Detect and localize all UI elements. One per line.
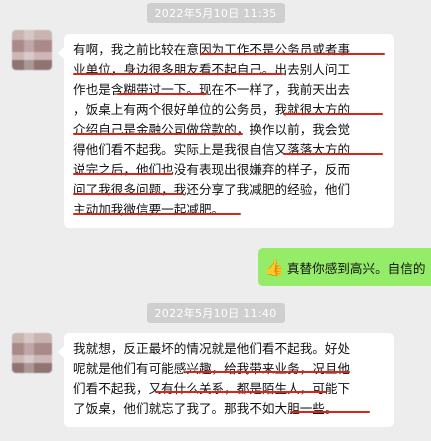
message-text: 我就想，反正最坏的情况就是他们看不起我。好处 呢就是他们有可能感兴趣，给我带来业… xyxy=(73,341,351,416)
avatar[interactable] xyxy=(12,30,52,70)
incoming-message-bubble[interactable]: 有啊，我之前比较在意因为工作不是公务员或者事 业单位，身边很多朋友看不起自己。出… xyxy=(58,34,394,228)
message-text: 真替你感到高兴。自信的 xyxy=(286,260,426,276)
outgoing-message-bubble[interactable]: 👍 真替你感到高兴。自信的 xyxy=(258,248,431,286)
timestamp-chip: 2022年5月10日 11:40 xyxy=(146,303,285,323)
avatar[interactable] xyxy=(12,333,52,373)
thumbs-up-icon: 👍 xyxy=(264,257,284,277)
incoming-message-bubble[interactable]: 我就想，反正最坏的情况就是他们看不起我。好处 呢就是他们有可能感兴趣，给我带来业… xyxy=(58,333,394,427)
message-text: 有啊，我之前比较在意因为工作不是公务员或者事 业单位，身边很多朋友看不起自己。出… xyxy=(73,42,351,217)
timestamp-chip: 2022年5月10日 11:35 xyxy=(146,3,285,23)
